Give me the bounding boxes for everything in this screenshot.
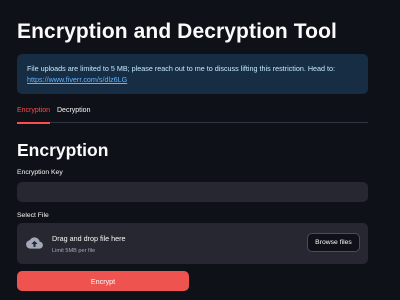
dropzone-instructions: Drag and drop file here bbox=[52, 234, 126, 243]
info-alert-text: File uploads are limited to 5 MB; please… bbox=[27, 64, 336, 73]
encryption-key-label: Encryption Key bbox=[17, 169, 63, 176]
dropzone-limit: Limit 5MB per file bbox=[52, 248, 96, 254]
cloud-upload-icon bbox=[26, 237, 43, 249]
tab-encryption[interactable]: Encryption bbox=[17, 107, 50, 124]
encrypt-button[interactable]: Encrypt bbox=[17, 271, 189, 291]
file-dropzone[interactable]: Drag and drop file here Limit 5MB per fi… bbox=[17, 223, 368, 264]
fiverr-link[interactable]: https://www.fiverr.com/s/dlz6LG bbox=[27, 75, 127, 84]
tab-bar: Encryption Decryption bbox=[17, 107, 368, 124]
section-title: Encryption bbox=[17, 140, 109, 160]
page-title: Encryption and Decryption Tool bbox=[17, 20, 337, 43]
info-alert: File uploads are limited to 5 MB; please… bbox=[17, 54, 368, 94]
browse-files-button[interactable]: Browse files bbox=[307, 233, 360, 252]
tab-decryption[interactable]: Decryption bbox=[57, 107, 90, 123]
select-file-label: Select File bbox=[17, 212, 49, 219]
encryption-key-input[interactable] bbox=[17, 182, 368, 202]
